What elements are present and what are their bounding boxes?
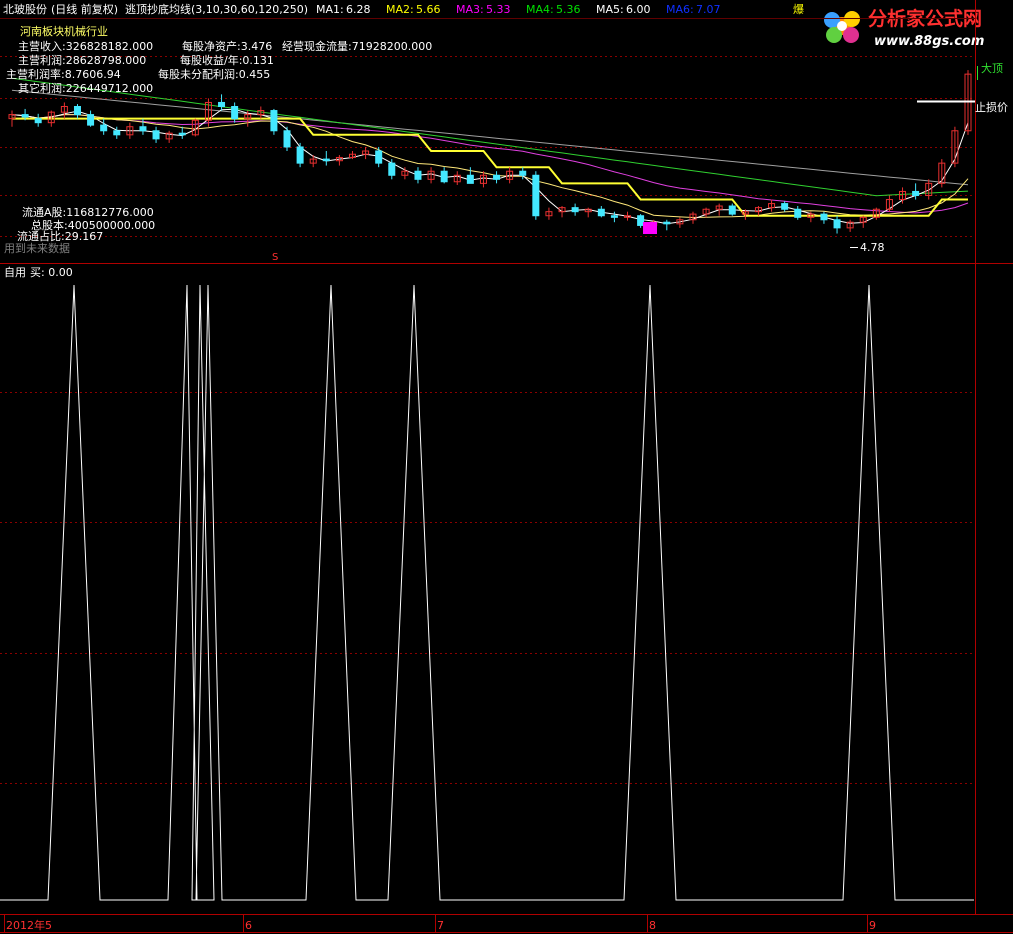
candle-body bbox=[21, 114, 29, 118]
sub-panel-buy-value: 买: 0.00 bbox=[30, 266, 73, 279]
candle-body bbox=[794, 208, 802, 218]
candle-body bbox=[597, 208, 605, 217]
candle-body bbox=[113, 130, 121, 136]
sub-panel-title: 自用 bbox=[4, 266, 26, 279]
candle-body bbox=[610, 215, 618, 218]
ma3-line bbox=[11, 114, 969, 214]
candle-body bbox=[532, 174, 540, 217]
x-label-may: 2012年5 bbox=[6, 919, 52, 932]
candle-body bbox=[440, 170, 448, 183]
candle-body bbox=[296, 146, 304, 164]
low-price-label: 4.78 bbox=[860, 241, 885, 254]
price-chart bbox=[0, 0, 1013, 933]
x-label-jun: 6 bbox=[245, 919, 252, 932]
candle-body bbox=[178, 132, 186, 136]
industry-label: 河南板块机械行业 bbox=[20, 25, 108, 38]
candle-body bbox=[73, 106, 81, 116]
undistributed-profit: 每股未分配利润:0.455 bbox=[158, 68, 271, 81]
x-label-sep: 9 bbox=[869, 919, 876, 932]
candle-body bbox=[466, 174, 474, 184]
main-income: 主营收入:326828182.000 bbox=[18, 40, 154, 53]
candle-body bbox=[218, 101, 226, 107]
chart-window: 北玻股份 (日线 前复权) 逃顶抄底均线(3,10,30,60,120,250)… bbox=[0, 0, 1013, 934]
candle-body bbox=[493, 174, 501, 180]
candle-body bbox=[728, 205, 736, 215]
candle-body bbox=[781, 203, 789, 210]
candle-body bbox=[283, 130, 291, 148]
candle-body bbox=[270, 110, 278, 132]
buy-signal-line bbox=[0, 284, 974, 901]
candle-body bbox=[912, 190, 920, 196]
x-label-aug: 8 bbox=[649, 919, 656, 932]
highlight-candle bbox=[643, 222, 657, 234]
main-profit: 主营利润:28628798.000 bbox=[18, 54, 147, 67]
candle-body bbox=[820, 213, 828, 221]
candle-body bbox=[519, 170, 527, 176]
eps-year: 每股收益/年:0.131 bbox=[180, 54, 274, 67]
signal-s-marker: S bbox=[272, 252, 279, 263]
candle-body bbox=[833, 219, 841, 229]
future-data-warning: 用到未来数据 bbox=[4, 242, 70, 255]
op-cashflow: 经营现金流量:71928200.000 bbox=[282, 40, 433, 53]
float-a-shares: 流通A股:116812776.000 bbox=[22, 206, 154, 219]
candle-body bbox=[663, 221, 671, 225]
top-signal-label: 大顶 bbox=[981, 62, 1003, 75]
candle-body bbox=[152, 130, 160, 140]
candle-body bbox=[388, 162, 396, 176]
candle-body bbox=[34, 118, 42, 124]
candle-body bbox=[414, 170, 422, 180]
x-label-jul: 7 bbox=[437, 919, 444, 932]
candle-body bbox=[231, 106, 239, 120]
candle-body bbox=[87, 114, 95, 126]
ma1-line bbox=[11, 108, 969, 225]
stop-loss-label: 止损价 bbox=[975, 101, 1008, 114]
main-margin: 主营利润率:8.7606.94 bbox=[6, 68, 121, 81]
candle-body bbox=[139, 126, 147, 132]
candle-body bbox=[571, 207, 579, 213]
candle-body bbox=[322, 158, 330, 162]
other-profit: 其它利润:226449712.000 bbox=[18, 82, 154, 95]
nav-per-share: 每股净资产:3.476 bbox=[182, 40, 273, 53]
candle-body bbox=[375, 150, 383, 164]
ma2-line bbox=[11, 114, 969, 219]
candle-body bbox=[637, 215, 645, 226]
candle-body bbox=[100, 124, 108, 132]
